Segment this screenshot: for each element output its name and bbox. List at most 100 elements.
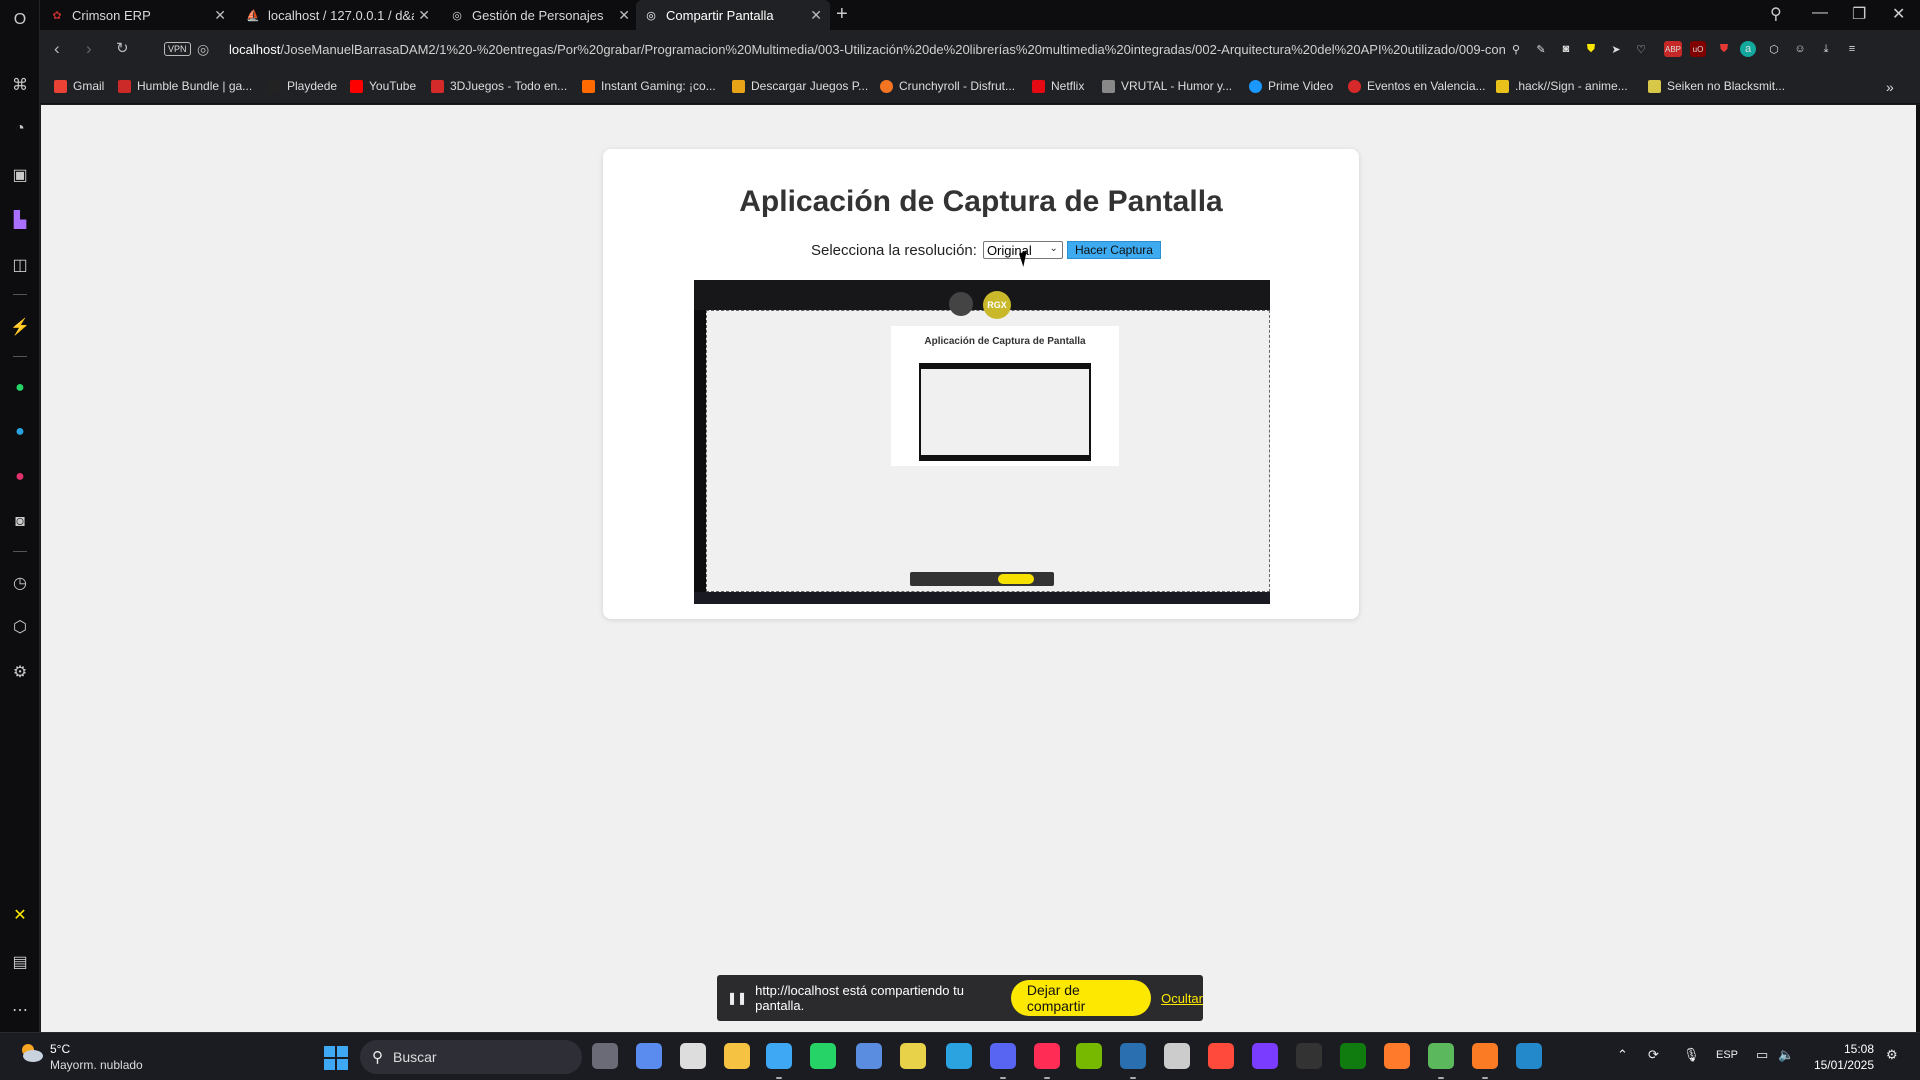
ea-icon[interactable] bbox=[1208, 1043, 1234, 1069]
chatgpt-icon[interactable] bbox=[680, 1043, 706, 1069]
notification-icon[interactable]: ⚙ bbox=[1886, 1047, 1898, 1063]
drag-handle-icon[interactable]: ❚❚ bbox=[727, 991, 747, 1005]
extension-shield-icon[interactable]: ⛊ bbox=[1716, 41, 1732, 57]
language-indicator[interactable]: ESP bbox=[1716, 1049, 1738, 1061]
bookmarks-overflow-icon[interactable]: » bbox=[1886, 79, 1894, 95]
more-icon[interactable]: ⋯ bbox=[9, 999, 31, 1021]
bookmark-instant-gaming[interactable]: Instant Gaming: ¡co... bbox=[582, 79, 716, 93]
telegram-icon[interactable]: ● bbox=[9, 421, 31, 443]
xbox-icon[interactable] bbox=[1340, 1043, 1366, 1069]
close-tab-icon[interactable]: ✕ bbox=[618, 7, 630, 24]
opera-logo-icon[interactable]: O bbox=[9, 9, 31, 31]
sync-icon[interactable]: ⟳ bbox=[1648, 1047, 1659, 1063]
shield-icon[interactable]: ⛊ bbox=[1583, 41, 1599, 57]
tab-gestion-personajes[interactable]: ◎ Gestión de Personajes ✕ bbox=[442, 0, 638, 30]
camera-icon[interactable]: ◙ bbox=[1558, 41, 1574, 57]
whatsapp-icon[interactable]: ● bbox=[9, 377, 31, 399]
speedometer-icon[interactable]: ◔ bbox=[9, 118, 31, 140]
nvidia-icon[interactable] bbox=[1076, 1043, 1102, 1069]
music-icon[interactable]: ⚡ bbox=[9, 316, 31, 338]
restore-icon[interactable]: ❐ bbox=[1852, 4, 1866, 24]
bookmark-descargar-juegos[interactable]: Descargar Juegos P... bbox=[732, 79, 868, 93]
weather-temperature[interactable]: 5°C bbox=[50, 1042, 70, 1056]
search-tabs-icon[interactable]: ⚲ bbox=[1770, 4, 1782, 24]
extensions-cube-icon[interactable]: ⬡ bbox=[1766, 41, 1782, 57]
minimize-icon[interactable]: — bbox=[1812, 4, 1828, 22]
volume-icon[interactable]: 🔈 bbox=[1778, 1047, 1794, 1063]
bookmark-gmail[interactable]: Gmail bbox=[54, 79, 104, 93]
site-info-icon[interactable]: ◎ bbox=[197, 41, 209, 58]
qbittorrent-icon[interactable] bbox=[856, 1043, 882, 1069]
menu-icon[interactable]: ≡ bbox=[1844, 41, 1860, 57]
ubisoft-icon[interactable] bbox=[1164, 1043, 1190, 1069]
clock[interactable]: 15:08 15/01/2025 bbox=[1814, 1041, 1874, 1073]
bookmark-netflix[interactable]: Netflix bbox=[1032, 79, 1084, 93]
tab-crimson-erp[interactable]: ✿ Crimson ERP ✕ bbox=[42, 0, 234, 30]
file-explorer-icon[interactable] bbox=[724, 1043, 750, 1069]
bookmark-crunchyroll[interactable]: Crunchyroll - Disfrut... bbox=[880, 79, 1015, 93]
weather-description[interactable]: Mayorm. nublado bbox=[50, 1058, 143, 1072]
zoom-icon[interactable]: ⚲ bbox=[1508, 41, 1524, 57]
whatsapp-icon[interactable] bbox=[810, 1043, 836, 1069]
discord-icon[interactable]: ◙ bbox=[9, 511, 31, 533]
ublock-origin-icon[interactable]: uO bbox=[1690, 41, 1706, 57]
history-icon[interactable]: ◷ bbox=[9, 572, 31, 594]
xampp-icon[interactable] bbox=[1472, 1043, 1498, 1069]
bookmark-3djuegos[interactable]: 3DJuegos - Todo en... bbox=[431, 79, 567, 93]
copilot-icon[interactable] bbox=[636, 1043, 662, 1069]
epic-games-icon[interactable] bbox=[1296, 1043, 1322, 1069]
bookmark-youtube[interactable]: YouTube bbox=[350, 79, 416, 93]
taskbar-search[interactable]: ⚲ Buscar bbox=[360, 1040, 582, 1074]
weather-cloud-icon[interactable] bbox=[18, 1041, 44, 1065]
adblock-plus-icon[interactable]: ABP bbox=[1664, 41, 1682, 57]
heart-icon[interactable]: ♡ bbox=[1633, 41, 1649, 57]
opera-gx-icon[interactable] bbox=[1034, 1043, 1060, 1069]
tab-compartir-pantalla[interactable]: ◎ Compartir Pantalla ✕ bbox=[636, 0, 830, 30]
wallpaper-icon[interactable]: ▤ bbox=[9, 951, 31, 973]
close-tab-icon[interactable]: ✕ bbox=[214, 7, 226, 24]
app-purple-icon[interactable] bbox=[1252, 1043, 1278, 1069]
windows-start-icon[interactable] bbox=[324, 1046, 348, 1070]
bookmark-prime-video[interactable]: Prime Video bbox=[1249, 79, 1333, 93]
scrollbar[interactable] bbox=[1916, 105, 1920, 1032]
bookmark-humble[interactable]: Humble Bundle | ga... bbox=[118, 79, 252, 93]
send-icon[interactable]: ➤ bbox=[1608, 41, 1624, 57]
edit-icon[interactable]: ✎ bbox=[1533, 41, 1549, 57]
bookmark-seiken[interactable]: Seiken no Blacksmit... bbox=[1648, 79, 1785, 93]
stop-sharing-button[interactable]: Dejar de compartir bbox=[1010, 980, 1152, 1016]
bookmark-hack-sign[interactable]: .hack//Sign - anime... bbox=[1496, 79, 1628, 93]
twitch-icon[interactable]: ▙ bbox=[9, 209, 31, 231]
app-yellow-icon[interactable] bbox=[900, 1043, 926, 1069]
extension-a-icon[interactable]: a bbox=[1740, 41, 1756, 57]
app-layers-icon[interactable] bbox=[1428, 1043, 1454, 1069]
new-tab-icon[interactable]: + bbox=[836, 3, 848, 26]
shopping-bag-icon[interactable]: ▣ bbox=[9, 164, 31, 186]
close-tab-icon[interactable]: ✕ bbox=[418, 7, 430, 24]
microphone-icon[interactable]: 🎙 bbox=[1683, 1047, 1700, 1063]
reload-icon[interactable]: ↻ bbox=[116, 39, 129, 57]
gx-control-icon[interactable]: ✕ bbox=[9, 904, 31, 926]
instagram-icon[interactable]: ● bbox=[9, 466, 31, 488]
tab-phpmyadmin[interactable]: ⛵ localhost / 127.0.0.1 / d&a ✕ bbox=[238, 0, 438, 30]
app-orange-icon[interactable] bbox=[1384, 1043, 1410, 1069]
steam-icon[interactable] bbox=[1120, 1043, 1146, 1069]
hide-link[interactable]: Ocultar bbox=[1161, 991, 1203, 1006]
store-icon[interactable] bbox=[766, 1043, 792, 1069]
forward-icon[interactable]: › bbox=[86, 39, 92, 59]
discord-icon[interactable] bbox=[990, 1043, 1016, 1069]
cube-icon[interactable]: ⬡ bbox=[9, 616, 31, 638]
bookmark-vrutal[interactable]: VRUTAL - Humor y... bbox=[1102, 79, 1232, 93]
telegram-icon[interactable] bbox=[946, 1043, 972, 1069]
settings-icon[interactable]: ⚙ bbox=[9, 661, 31, 683]
vpn-badge[interactable]: VPN bbox=[164, 42, 191, 56]
gamepad-icon[interactable]: ⌘ bbox=[9, 74, 31, 96]
bookmark-eventos-valencia[interactable]: Eventos en Valencia... bbox=[1348, 79, 1486, 93]
bookmark-playdede[interactable]: Playdede bbox=[268, 79, 337, 93]
news-icon[interactable]: ◫ bbox=[9, 254, 31, 276]
vscode-icon[interactable] bbox=[1516, 1043, 1542, 1069]
capture-button[interactable]: Hacer Captura bbox=[1066, 241, 1161, 259]
display-icon[interactable]: ▭ bbox=[1756, 1047, 1768, 1063]
close-tab-icon[interactable]: ✕ bbox=[810, 7, 822, 24]
tray-overflow-icon[interactable]: ⌃ bbox=[1617, 1047, 1628, 1063]
url-field[interactable]: localhost/JoseManuelBarrasaDAM2/1%20-%20… bbox=[229, 42, 1535, 57]
